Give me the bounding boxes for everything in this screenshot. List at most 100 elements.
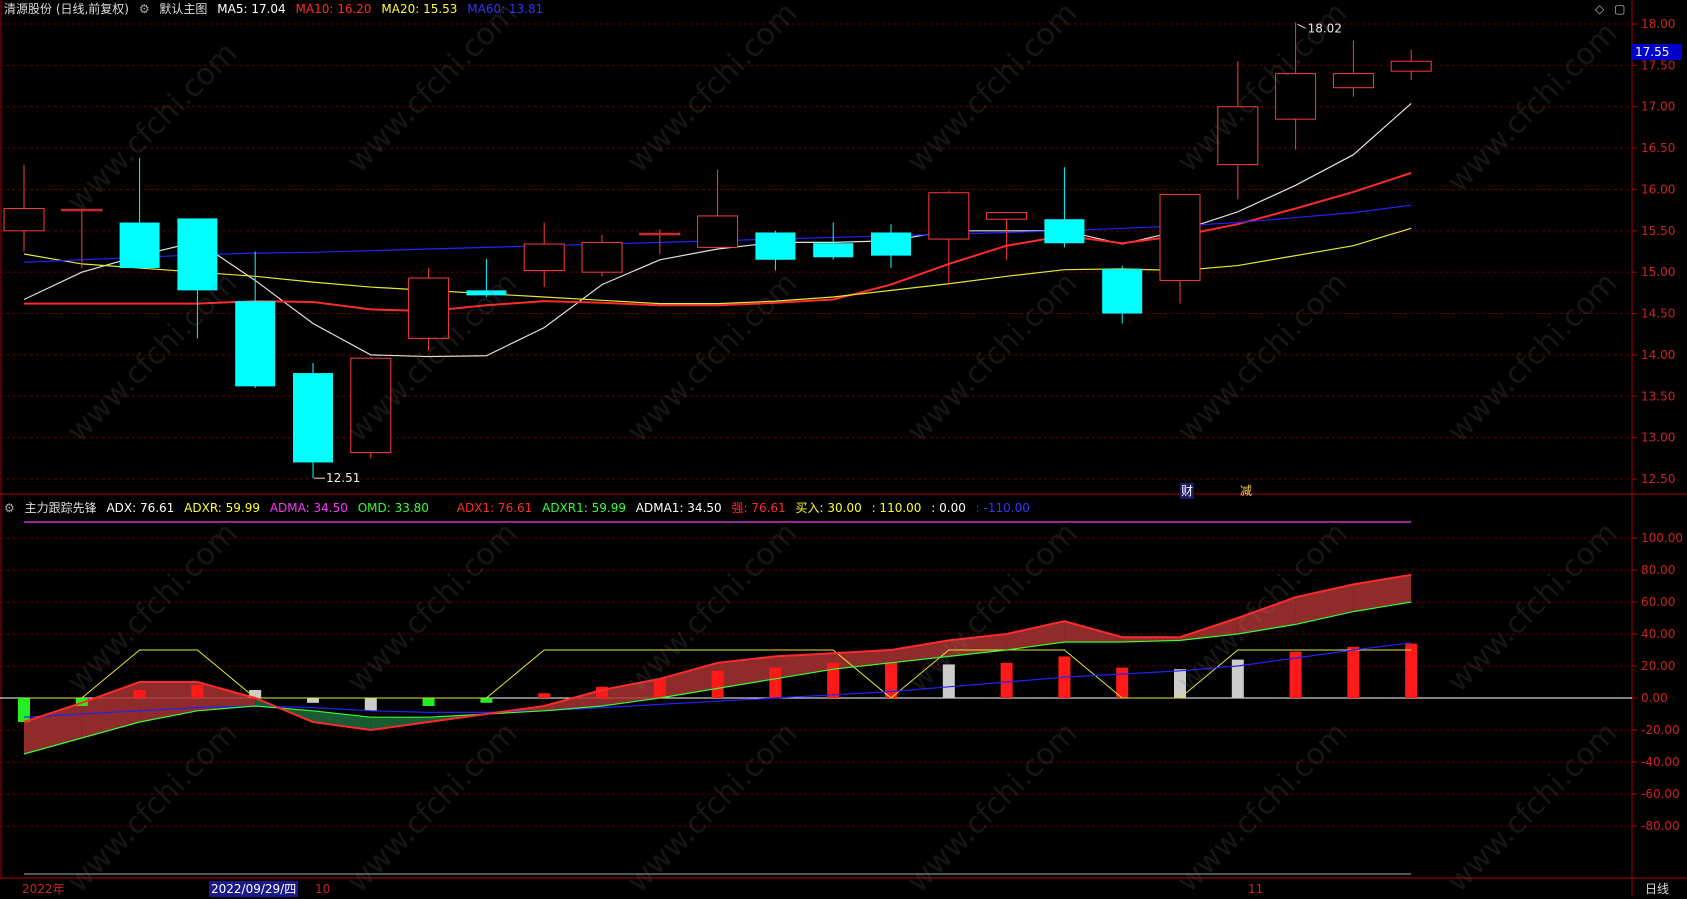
indicator-bar (133, 690, 146, 698)
window-icon[interactable]: ▢ (1614, 2, 1625, 16)
stock-title[interactable]: 清源股份 (日线,前复权) (4, 2, 129, 16)
candle-body-up (1217, 106, 1259, 166)
candle-body-down (813, 243, 854, 258)
stock-chart-canvas: 18.00 17.50 17.00 16.50 16.00 15.50 15.00 14.50… (0, 0, 1687, 897)
indicator-bar (653, 678, 666, 698)
zero-label: : 0.00 (931, 501, 966, 515)
candle-body-up (1332, 73, 1374, 89)
adxr1-label: ADXR1: 59.99 (542, 501, 626, 515)
indicator-tick-label: -60.00 (1641, 787, 1680, 801)
adxr-label: ADXR: 59.99 (184, 501, 261, 515)
candle-body-down (293, 373, 333, 463)
bottom-axis-year: 2022年 (22, 882, 65, 896)
candle-body-up (986, 212, 1028, 220)
indicator-name[interactable]: 主力跟踪先锋 (25, 501, 97, 515)
bottom-axis-month-10: 10 (315, 882, 331, 896)
indicator-tick-label: 20.00 (1641, 659, 1675, 673)
indicator-bar (1174, 669, 1186, 698)
indicator-bar (769, 667, 782, 698)
indicator-bar (480, 698, 493, 703)
indicator-tick-label: -20.00 (1641, 723, 1680, 737)
indicator-tick-label: 60.00 (1641, 595, 1675, 609)
candle-body-up (61, 208, 103, 212)
bottom-axis-month-11: 11 (1248, 882, 1264, 896)
candle-body-down (755, 232, 796, 260)
adx-label: ADX: 76.61 (106, 501, 175, 515)
indicator-bar (422, 698, 435, 706)
price-tick-label: 17.50 (1641, 58, 1675, 72)
candle-body-down (1102, 268, 1143, 314)
price-tick-label: 13.00 (1641, 431, 1675, 445)
indicator-bar (191, 685, 204, 698)
indicator-bar (307, 698, 319, 703)
ma20-label: MA20: 15.53 (381, 2, 458, 16)
gear-icon[interactable]: ⚙ (4, 501, 15, 515)
indicator-bar (942, 664, 955, 698)
candle-body-down (119, 222, 160, 269)
price-tick-label: 16.00 (1641, 182, 1675, 196)
top-right-icons: ◇ ▢ (1595, 1, 1631, 17)
indicator-header: ⚙ 主力跟踪先锋 ADX: 76.61 ADXR: 59.99 ADMA: 34… (4, 500, 1036, 516)
main-chart-header: 清源股份 (日线,前复权) ⚙ 默认主图 MA5: 17.04 MA10: 16… (4, 1, 549, 17)
low-price-label: 12.51 (326, 471, 360, 485)
indicator-bar (18, 698, 30, 722)
indicator-tick-label: 40.00 (1641, 627, 1675, 641)
current-price-tag: 17.55 (1632, 44, 1682, 60)
indicator-bar (364, 698, 377, 711)
upper-label: : 110.00 (871, 501, 922, 515)
price-tick-label: 15.50 (1641, 224, 1675, 238)
ma10-label: MA10: 16.20 (295, 2, 372, 16)
indicator-bar (1116, 667, 1129, 698)
high-pointer (1297, 23, 1306, 29)
candle-body-up (1390, 60, 1432, 72)
candle-body-down (177, 218, 218, 291)
marker-jian[interactable]: 减 (1240, 483, 1252, 499)
candle-body-up (928, 192, 970, 240)
candle-body-up (581, 241, 623, 273)
adx1-label: ADX1: 76.61 (456, 501, 533, 515)
price-tick-label: 12.50 (1641, 472, 1675, 486)
lower-label: : -110.00 (975, 501, 1030, 515)
indicator-bar (711, 670, 724, 698)
indicator-bar (885, 662, 897, 698)
indicator-tick-label: -80.00 (1641, 819, 1680, 833)
indicator-bar (1347, 646, 1360, 698)
candle-body-up (350, 357, 392, 454)
indicator-tick-label: 100.00 (1641, 531, 1683, 545)
bottom-axis-date[interactable]: 2022/09/29/四 (209, 881, 299, 897)
indicator-tick-label: 80.00 (1641, 563, 1675, 577)
candle-body-up (1275, 73, 1317, 120)
high-price-label: 18.02 (1308, 21, 1342, 35)
candle-body-up (3, 207, 45, 232)
price-tick-label: 17.00 (1641, 100, 1675, 114)
indicator-tick-label: 0.00 (1641, 691, 1668, 705)
candle-body-down (1044, 219, 1085, 244)
candle-body-down (235, 301, 276, 387)
buy-label: 买入: 30.00 (795, 501, 862, 515)
candle-body-up (408, 277, 450, 339)
diamond-icon[interactable]: ◇ (1595, 2, 1604, 16)
template-label[interactable]: 默认主图 (159, 2, 207, 16)
indicator-bar (1000, 662, 1013, 698)
adma-label: ADMA: 34.50 (269, 501, 348, 515)
marker-cai[interactable]: 财 (1180, 483, 1195, 499)
period-label[interactable]: 日线 (1645, 881, 1669, 897)
candle-body-down (466, 290, 507, 296)
ma5-label: MA5: 17.04 (217, 2, 286, 16)
price-tick-label: 18.00 (1641, 17, 1675, 31)
ma60-label: MA60: 13.81 (467, 2, 544, 16)
price-tick-label: 15.00 (1641, 265, 1675, 279)
adx-band-segment (775, 653, 834, 679)
candle-body-up (523, 243, 565, 272)
price-tick-label: 16.50 (1641, 141, 1675, 155)
gear-icon[interactable]: ⚙ (139, 2, 150, 16)
candle-body-up (697, 215, 739, 248)
price-tick-label: 13.50 (1641, 389, 1675, 403)
indicator-bar (827, 662, 840, 698)
adma1-label: ADMA1: 34.50 (635, 501, 722, 515)
indicator-tick-label: -40.00 (1641, 755, 1680, 769)
omd-label: OMD: 33.80 (357, 501, 429, 515)
strong-label: 强: 76.61 (731, 501, 786, 515)
candle-body-up (639, 232, 681, 236)
candle-body-down (871, 232, 911, 256)
